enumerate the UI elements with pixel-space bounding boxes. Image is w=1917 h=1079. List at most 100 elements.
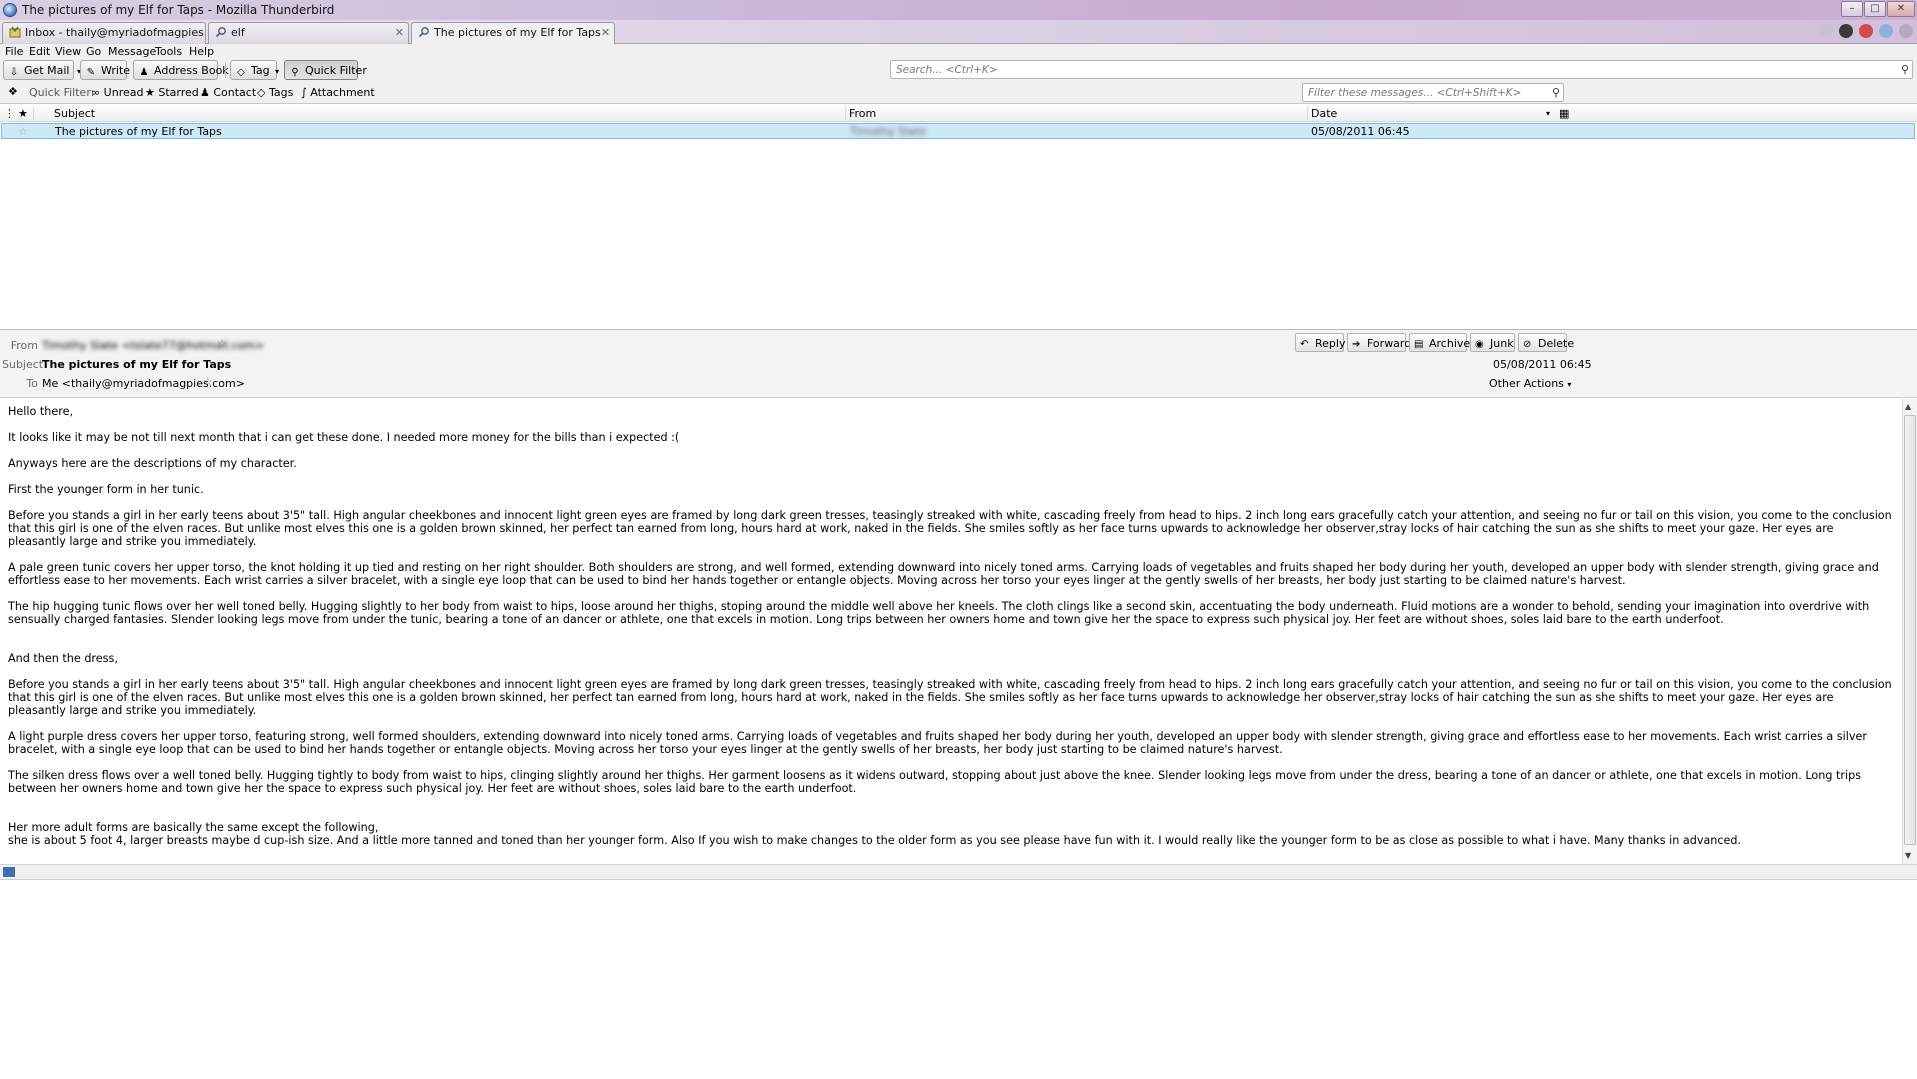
archive-button[interactable]: ▤ Archive (1409, 333, 1471, 352)
starred-label: Starred (158, 86, 199, 99)
quick-filter-button[interactable]: ⚲ Quick Filter (284, 60, 367, 80)
tag-icon: ◇ (257, 86, 269, 99)
menu-tools[interactable]: Tools (155, 45, 182, 58)
column-subject[interactable]: Subject (54, 107, 95, 120)
from-label: From (10, 339, 38, 352)
delete-button[interactable]: ⊘ Delete (1518, 333, 1574, 352)
column-divider (845, 106, 846, 120)
search-icon: ⚲ (291, 67, 299, 78)
search-icon[interactable]: ⚲ (1552, 86, 1560, 99)
star-icon: ★ (145, 86, 159, 99)
filter-placeholder: Filter these messages... <Ctrl+Shift+K> (1308, 87, 1522, 99)
close-tab-icon[interactable]: ✕ (601, 26, 610, 39)
delete-icon: ⊘ (1523, 339, 1532, 350)
tab-inbox[interactable]: Inbox - thaily@myriadofmagpies.com (2, 22, 206, 44)
column-date[interactable]: Date (1311, 107, 1337, 120)
thread-column-icon[interactable]: ⋮ (4, 107, 15, 120)
row-subject: The pictures of my Elf for Taps (55, 125, 222, 138)
delete-label: Delete (1538, 337, 1575, 350)
menu-go[interactable]: Go (86, 45, 101, 58)
junk-icon: ◉ (1475, 339, 1484, 350)
to-value[interactable]: Me <thaily@myriadofmagpies.com> (42, 377, 245, 390)
tab-message[interactable]: The pictures of my Elf for Taps ✕ (411, 22, 615, 45)
filter-contact-button[interactable]: ♟ Contact (200, 86, 256, 99)
menu-file[interactable]: File (5, 45, 23, 58)
unread-label: Unread (103, 86, 144, 99)
body-paragraph: It looks like it may be not till next mo… (8, 431, 680, 444)
reply-label: Reply (1315, 337, 1346, 350)
reply-button[interactable]: ↶ Reply (1295, 333, 1346, 352)
status-bar (0, 864, 1917, 879)
star-column-icon[interactable]: ★ (18, 107, 28, 120)
tab-label: elf (231, 26, 245, 39)
body-paragraph: Anyways here are the descriptions of my … (8, 457, 297, 470)
quick-filter-label: Quick Filter: (29, 86, 95, 99)
junk-button[interactable]: ◉ Junk (1470, 333, 1515, 352)
body-paragraph: The silken dress flows over a well toned… (8, 769, 1862, 795)
archive-label: Archive (1429, 337, 1471, 350)
write-button[interactable]: ✎ Write (80, 60, 130, 80)
tab-search-elf[interactable]: elf ✕ (208, 22, 409, 44)
address-book-label: Address Book (154, 64, 229, 77)
search-icon (215, 26, 227, 38)
menu-view[interactable]: View (55, 45, 81, 58)
dropdown-arrow-icon: ▾ (1567, 380, 1572, 389)
filter-attachment-button[interactable]: ∫ Attachment (301, 86, 375, 99)
row-date: 05/08/2011 06:45 (1311, 125, 1410, 138)
get-mail-button[interactable]: ⇩ Get Mail ▾ (3, 60, 81, 80)
tag-label: Tag (251, 64, 270, 77)
filter-tags-button[interactable]: ◇ Tags (257, 86, 293, 99)
tray-icon (1859, 24, 1873, 38)
tag-button[interactable]: ◇ Tag ▾ (230, 60, 279, 80)
menu-message[interactable]: Message (108, 45, 156, 58)
online-status-icon[interactable] (3, 867, 15, 877)
filter-starred-button[interactable]: ★ Starred (145, 86, 199, 99)
tags-label: Tags (268, 86, 294, 99)
other-actions-menu[interactable]: Other Actions ▾ (1489, 377, 1571, 390)
to-label: To (26, 377, 38, 390)
from-value[interactable]: Timothy Slate <tslate77@hotmail.com> (42, 339, 264, 352)
global-search-input[interactable]: Search... <Ctrl+K> ⚲ (890, 60, 1913, 79)
message-date: 05/08/2011 06:45 (1493, 358, 1592, 371)
attachment-label: Attachment (310, 86, 375, 99)
star-contact-icon[interactable]: ☆ (203, 375, 213, 388)
forward-button[interactable]: ➔ Forward (1347, 333, 1411, 352)
sort-descending-icon: ▾ (1546, 109, 1551, 118)
star-contact-icon[interactable]: ☆ (217, 337, 227, 350)
sticky-pin-icon[interactable]: ❖ (8, 85, 18, 98)
table-row[interactable]: ☆ The pictures of my Elf for Taps Timoth… (1, 123, 1915, 139)
close-window-button[interactable]: ✕ (1887, 1, 1915, 17)
subject-label: Subject (2, 358, 44, 371)
column-divider (33, 106, 34, 120)
filter-messages-input[interactable]: Filter these messages... <Ctrl+Shift+K> … (1302, 83, 1564, 102)
body-paragraph: And then the dress, (8, 652, 118, 665)
thunderbird-logo-icon (3, 3, 17, 17)
minimize-button[interactable]: – (1841, 1, 1863, 17)
tab-label: The pictures of my Elf for Taps (434, 26, 601, 39)
filter-unread-button[interactable]: ∞ Unread (91, 86, 143, 99)
message-scrollbar[interactable]: ▲ ▼ (1902, 399, 1917, 864)
search-icon (418, 26, 430, 38)
pencil-icon: ✎ (86, 67, 96, 78)
quick-filter-bar: ❖ Quick Filter: ∞ Unread ★ Starred ♟ Con… (0, 81, 1917, 104)
body-paragraph: she is about 5 foot 4, larger breasts ma… (8, 834, 1742, 847)
scrollbar-thumb[interactable] (1904, 415, 1916, 845)
tray-icon (1819, 24, 1833, 38)
body-paragraph: First the younger form in her tunic. (8, 483, 204, 496)
star-icon[interactable]: ☆ (18, 125, 28, 138)
close-tab-icon[interactable]: ✕ (395, 26, 404, 39)
address-book-button[interactable]: ♟ Address Book (133, 60, 229, 80)
menu-edit[interactable]: Edit (29, 45, 50, 58)
tab-list-icon[interactable] (1899, 24, 1913, 38)
scroll-down-icon[interactable]: ▼ (1905, 851, 1911, 860)
maximize-button[interactable]: □ (1864, 1, 1886, 17)
toolbar-separator (225, 62, 226, 78)
column-picker-icon[interactable]: ▦ (1559, 107, 1569, 120)
column-from[interactable]: From (849, 107, 876, 120)
search-icon[interactable]: ⚲ (1901, 63, 1909, 76)
body-paragraph: A light purple dress covers her upper to… (8, 730, 1867, 756)
scroll-up-icon[interactable]: ▲ (1905, 402, 1911, 411)
archive-icon: ▤ (1414, 339, 1424, 350)
body-paragraph: Before you stands a girl in her early te… (8, 509, 1892, 548)
menu-help[interactable]: Help (189, 45, 214, 58)
